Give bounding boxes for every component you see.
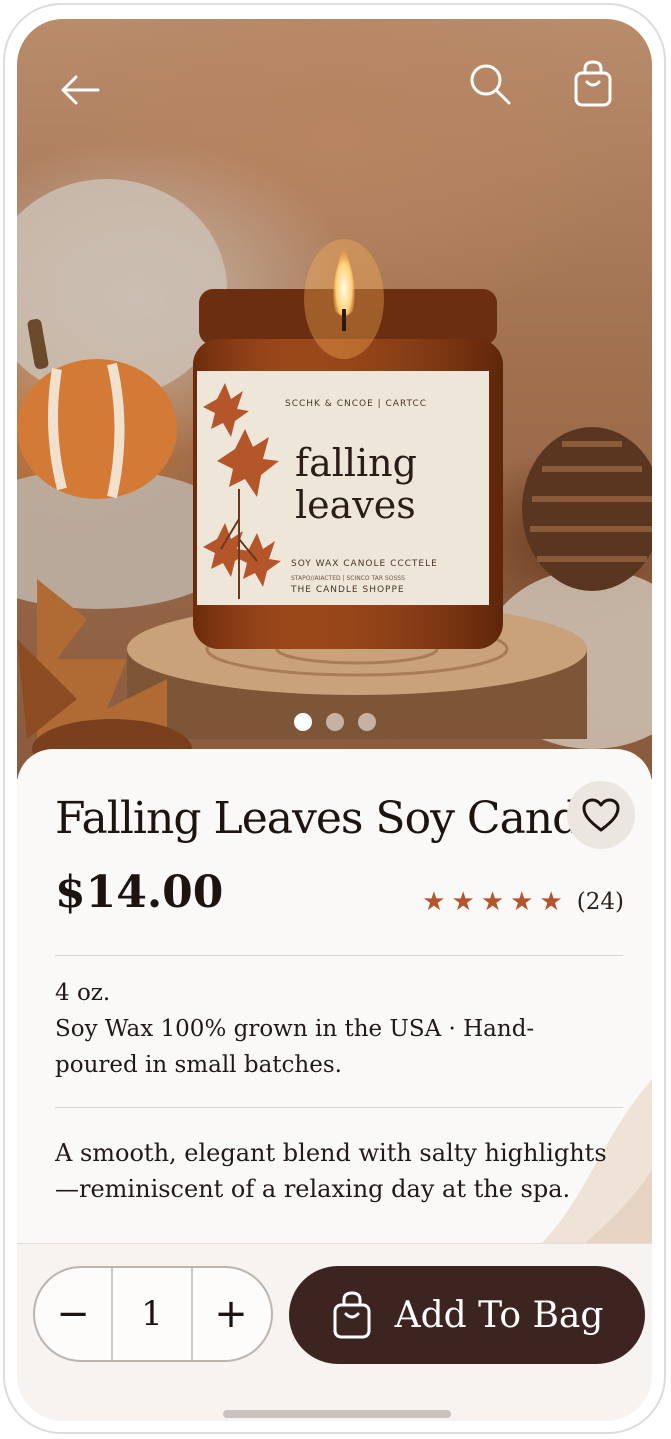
search-icon [470,64,511,105]
jar-label-wax: SOY WAX CANOLE CCCTELE [291,559,438,569]
carousel-indicator [17,713,652,731]
review-count: (24) [576,889,624,915]
star-icon: ★ [480,887,505,917]
heart-icon [582,798,620,832]
add-to-bag-label: Add To Bag [394,1294,604,1336]
device-frame: SCCHK & CNCOE | CARTCC falling leaves SO… [3,3,666,1434]
add-to-bag-button[interactable]: Add To Bag [289,1266,645,1364]
product-description: A smooth, elegant blend with salty highl… [55,1139,607,1203]
cart-button[interactable] [566,57,620,111]
shopping-bag-icon [574,60,612,107]
star-icon: ★ [422,887,446,917]
product-price: $14.00 [55,867,224,918]
jar-label-small: STAPO//AIACTED | SCINCO TAR SOSSS [291,575,405,582]
decrement-button[interactable]: − [35,1268,111,1360]
jar-label-name-1: falling [295,441,417,485]
product-title: Falling Leaves Soy Candle [55,793,618,844]
carousel-dot[interactable] [357,713,376,731]
favorite-button[interactable] [567,781,635,849]
carousel-dot[interactable] [293,713,312,731]
star-icon: ★ [451,887,475,917]
divider [55,1107,623,1108]
star-icon: ★ [510,887,534,917]
quantity-value: 1 [111,1268,193,1360]
back-button[interactable] [53,63,107,117]
carousel-dot[interactable] [325,713,344,731]
jar-label-name-2: leaves [295,483,416,527]
rating[interactable]: ★ ★ ★ ★ ★ (24) [422,889,624,915]
search-button[interactable] [463,57,517,111]
screen: SCCHK & CNCOE | CARTCC falling leaves SO… [17,19,652,1421]
quantity-stepper: − 1 + [33,1266,273,1362]
jar-label-brand: SCCHK & CNCOE | CARTCC [285,399,428,409]
arrow-left-icon [61,75,100,105]
product-details: Soy Wax 100% grown in the USA · Hand-pou… [55,1016,535,1078]
shopping-bag-icon [333,1291,371,1339]
product-image-carousel[interactable]: SCCHK & CNCOE | CARTCC falling leaves SO… [17,19,652,779]
product-size: 4 oz. [55,980,111,1006]
divider [55,955,623,956]
increment-button[interactable]: + [193,1268,269,1360]
jar-label-shop: THE CANDLE SHOPPE [291,585,405,595]
product-details-card: Falling Leaves Soy Candle $14.00 ★ ★ ★ ★… [17,749,652,1289]
star-icon: ★ [539,887,563,917]
home-indicator[interactable] [223,1410,451,1418]
purchase-bar: − 1 + Add To Bag [17,1243,652,1421]
